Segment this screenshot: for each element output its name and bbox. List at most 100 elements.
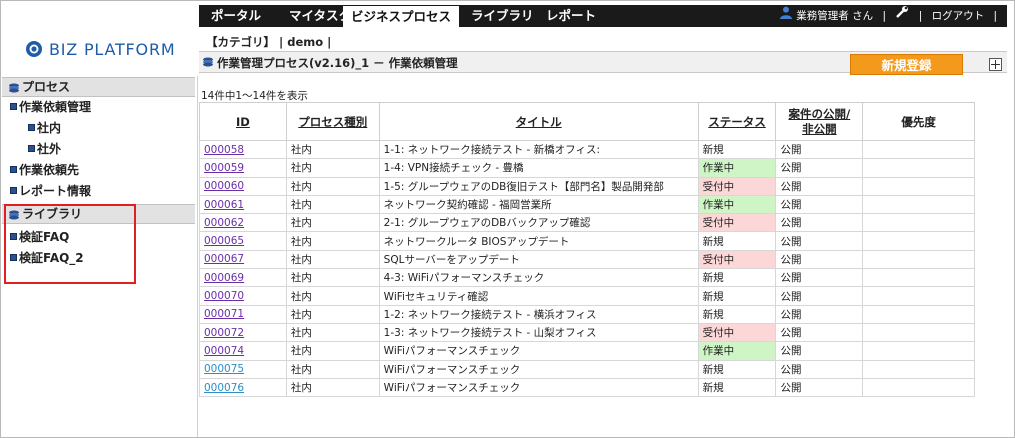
logo-text: BIZ PLATFORM xyxy=(49,39,176,59)
sidebar-item-internal[interactable]: 社内 xyxy=(2,118,195,139)
id-link[interactable]: 000059 xyxy=(204,162,244,174)
id-cell: 000076 xyxy=(199,377,287,398)
logo[interactable]: BIZ PLATFORM xyxy=(25,38,175,60)
id-cell: 000061 xyxy=(199,194,287,215)
sidebar-item-external[interactable]: 社外 xyxy=(2,139,195,160)
nav-library[interactable]: ライブラリ xyxy=(463,5,542,27)
nav-separator: | xyxy=(882,10,887,22)
process-type-cell: 社内 xyxy=(285,322,380,343)
title-cell: 1-5: グループウェアのDB復旧テスト【部門名】製品開発部 xyxy=(378,176,699,196)
highlight-box xyxy=(4,204,136,284)
process-type-cell: 社内 xyxy=(285,377,380,398)
status-cell: 新規 xyxy=(697,268,777,288)
wrench-icon[interactable] xyxy=(895,5,909,27)
table-row[interactable]: 000058 社内 1-1: ネットワーク接続テスト - 新橋オフィス: 新規 公開 xyxy=(199,139,975,160)
column-header-public[interactable]: 案件の公開/ 非公開 xyxy=(775,102,864,141)
id-link[interactable]: 000060 xyxy=(204,180,244,192)
sidebar-heading-label: プロセス xyxy=(22,80,71,94)
sidebar-item-label: 社外 xyxy=(37,142,62,156)
table-row[interactable]: 000076 社内 WiFiパフォーマンスチェック 新規 公開 xyxy=(199,377,975,398)
nav-business-process[interactable]: ビジネスプロセス xyxy=(343,5,460,27)
status-cell: 新規 xyxy=(697,377,777,398)
sidebar-divider xyxy=(197,76,198,437)
sidebar-process-heading[interactable]: プロセス xyxy=(2,77,195,97)
table-row[interactable]: 000070 社内 WiFiセキュリティ確認 新規 公開 xyxy=(199,286,975,306)
process-type-cell: 社内 xyxy=(285,213,380,233)
title-cell: ネットワークルータ BIOSアップデート xyxy=(378,231,699,251)
table-header-row: ID プロセス種別 タイトル ステータス 案件の公開/ 非公開 優先度 xyxy=(199,102,975,141)
id-link[interactable]: 000069 xyxy=(204,272,244,284)
new-register-button[interactable]: 新規登録 xyxy=(850,54,963,75)
id-link[interactable]: 000058 xyxy=(204,144,244,156)
result-count: 14件中1～14件を表示 xyxy=(201,90,308,102)
user-name[interactable]: 業務管理者 さん xyxy=(796,5,873,27)
column-header-status[interactable]: ステータス xyxy=(697,102,777,141)
id-link[interactable]: 000067 xyxy=(204,253,244,265)
id-cell: 000062 xyxy=(199,213,287,233)
status-cell: 受付中 xyxy=(697,249,777,270)
public-cell: 公開 xyxy=(775,213,864,233)
nav-report[interactable]: レポート xyxy=(538,5,604,27)
id-link[interactable]: 000071 xyxy=(204,308,244,320)
priority-cell xyxy=(862,304,975,324)
public-cell: 公開 xyxy=(775,286,864,306)
priority-cell xyxy=(862,231,975,251)
table-row[interactable]: 000065 社内 ネットワークルータ BIOSアップデート 新規 公開 xyxy=(199,231,975,251)
nav-separator: | xyxy=(918,10,923,22)
process-type-cell: 社内 xyxy=(285,176,380,196)
process-type-cell: 社内 xyxy=(285,268,380,288)
id-link[interactable]: 000065 xyxy=(204,235,244,247)
id-link[interactable]: 000075 xyxy=(204,363,244,375)
column-header-id[interactable]: ID xyxy=(199,102,287,141)
nav-portal[interactable]: ポータル xyxy=(203,5,269,27)
sidebar-item-request-target[interactable]: 作業依頼先 xyxy=(2,160,195,181)
id-link[interactable]: 000074 xyxy=(204,345,244,357)
status-cell: 作業中 xyxy=(697,194,777,215)
id-link[interactable]: 000072 xyxy=(204,327,244,339)
column-header-title[interactable]: タイトル xyxy=(378,102,699,141)
id-link[interactable]: 000062 xyxy=(204,217,244,229)
table-body: 000058 社内 1-1: ネットワーク接続テスト - 新橋オフィス: 新規 公開 00… xyxy=(199,139,975,398)
sidebar-item-report-info[interactable]: レポート情報 xyxy=(2,181,195,202)
title-cell: 1-3: ネットワーク接続テスト - 山梨オフィス xyxy=(378,322,699,343)
sidebar-item-label: 作業依頼先 xyxy=(19,163,80,177)
status-cell: 作業中 xyxy=(697,158,777,178)
public-cell: 公開 xyxy=(775,359,864,379)
status-cell: 受付中 xyxy=(697,213,777,233)
id-link[interactable]: 000061 xyxy=(204,199,244,211)
id-link[interactable]: 000070 xyxy=(204,290,244,302)
priority-cell xyxy=(862,341,975,361)
priority-cell xyxy=(862,213,975,233)
table-row[interactable]: 000059 社内 1-4: VPN接続チェック - 豊橋 作業中 公開 xyxy=(199,158,975,178)
table-row[interactable]: 000060 社内 1-5: グループウェアのDB復旧テスト【部門名】製品開発部 受付… xyxy=(199,176,975,196)
sidebar-item-label: 社内 xyxy=(37,121,62,135)
process-type-cell: 社内 xyxy=(285,249,380,270)
table-row[interactable]: 000071 社内 1-2: ネットワーク接続テスト - 横浜オフィス 新規 公開 xyxy=(199,304,975,324)
id-link[interactable]: 000076 xyxy=(204,382,244,394)
column-header-type[interactable]: プロセス種別 xyxy=(285,102,380,141)
expand-icon[interactable] xyxy=(989,58,1002,71)
status-cell: 新規 xyxy=(697,231,777,251)
bullet-icon xyxy=(10,166,17,173)
table-row[interactable]: 000072 社内 1-3: ネットワーク接続テスト - 山梨オフィス 受付中 公開 xyxy=(199,322,975,343)
table-row[interactable]: 000069 社内 4-3: WiFiパフォーマンスチェック 新規 公開 xyxy=(199,268,975,288)
title-cell: WiFiパフォーマンスチェック xyxy=(378,359,699,379)
priority-cell xyxy=(862,268,975,288)
table-row[interactable]: 000067 社内 SQLサーバーをアップデート 受付中 公開 xyxy=(199,249,975,270)
table-row[interactable]: 000062 社内 2-1: グループウェアのDBバックアップ確認 受付中 公開 xyxy=(199,213,975,233)
title-cell: WiFiパフォーマンスチェック xyxy=(378,377,699,398)
id-cell: 000065 xyxy=(199,231,287,251)
process-type-cell: 社内 xyxy=(285,158,380,178)
id-cell: 000071 xyxy=(199,304,287,324)
priority-cell xyxy=(862,286,975,306)
id-cell: 000059 xyxy=(199,158,287,178)
request-table: ID プロセス種別 タイトル ステータス 案件の公開/ 非公開 優先度 0000… xyxy=(199,102,975,398)
table-row[interactable]: 000075 社内 WiFiパフォーマンスチェック 新規 公開 xyxy=(199,359,975,379)
sidebar-item-label: 作業依頼管理 xyxy=(19,100,92,114)
status-cell: 受付中 xyxy=(697,176,777,196)
logout-link[interactable]: ログアウト xyxy=(932,5,985,27)
sidebar-item-work-request[interactable]: 作業依頼管理 xyxy=(2,97,195,118)
table-row[interactable]: 000074 社内 WiFiパフォーマンスチェック 作業中 公開 xyxy=(199,341,975,361)
status-cell: 新規 xyxy=(697,286,777,306)
table-row[interactable]: 000061 社内 ネットワーク契約確認 - 福岡営業所 作業中 公開 xyxy=(199,194,975,215)
